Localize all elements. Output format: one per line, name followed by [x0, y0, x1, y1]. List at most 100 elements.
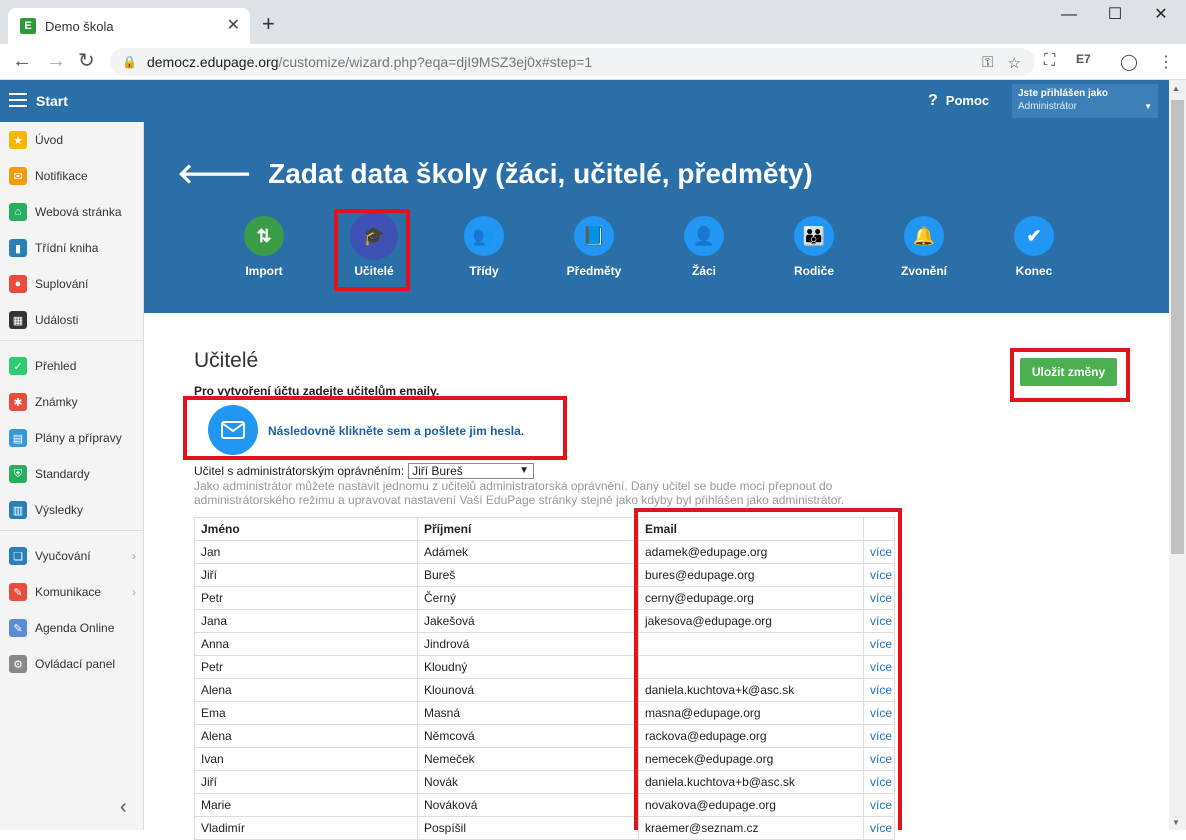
- step-label: Třídy: [469, 264, 499, 278]
- highlight-save: [1010, 348, 1130, 402]
- sidebar-item-5[interactable]: ● Suplování: [0, 266, 144, 302]
- hamburger-menu-icon[interactable]: [9, 93, 27, 111]
- minimize-button[interactable]: —: [1046, 4, 1092, 26]
- sidebar-item-label: Známky: [35, 395, 78, 409]
- cell-lastname: Kloudný: [417, 655, 639, 679]
- sidebar-item-11[interactable]: ▥ Výsledky: [0, 492, 144, 528]
- cell-lastname: Němcová: [417, 724, 639, 748]
- help-button[interactable]: ? Pomoc: [928, 92, 989, 110]
- wizard-step-5[interactable]: 👤 Žáci: [654, 216, 754, 278]
- cell-firstname: Petr: [194, 655, 418, 679]
- user-dropdown[interactable]: Jste přihlášen jako Administrátor ▼: [1012, 84, 1158, 118]
- back-arrow-icon[interactable]: ←: [12, 50, 32, 72]
- reload-icon[interactable]: ↻: [78, 50, 95, 72]
- url-path: /customize/wizard.php?eqa=djI9MSZ3ej0x#s…: [278, 54, 593, 70]
- gear-icon: ⚙: [9, 655, 27, 673]
- browser-menu-icon[interactable]: ⋮: [1158, 52, 1174, 72]
- new-tab-button[interactable]: +: [262, 13, 275, 35]
- sidebar: ★ Úvod ✉ Notifikace ⌂ Webová stránka ▮ Třídní k…: [0, 122, 144, 830]
- window-close-button[interactable]: ✕: [1138, 4, 1184, 26]
- step-icon: 👤: [684, 216, 724, 256]
- cell-firstname: Jiří: [194, 770, 418, 794]
- sidebar-item-label: Komunikace: [35, 585, 102, 599]
- sidebar-item-label: Vyučování: [35, 549, 91, 563]
- sidebar-item-label: Události: [35, 313, 79, 327]
- sidebar-item-7[interactable]: ✓ Přehled: [0, 348, 144, 384]
- tab-close-icon[interactable]: ✕: [227, 18, 240, 34]
- cell-lastname: Pospíšil: [417, 816, 639, 840]
- key-icon[interactable]: ⚿: [982, 54, 993, 72]
- sidebar-item-label: Agenda Online: [35, 621, 115, 635]
- cell-lastname: Klounová: [417, 678, 639, 702]
- highlight-teachers-step: [334, 209, 410, 291]
- profile-avatar-icon[interactable]: ◯: [1120, 52, 1138, 72]
- forward-arrow-icon[interactable]: →: [46, 50, 66, 72]
- cell-firstname: Anna: [194, 632, 418, 656]
- step-label: Import: [245, 264, 283, 278]
- bar-chart-icon: ▥: [9, 501, 27, 519]
- step-label: Konec: [1015, 264, 1053, 278]
- step-label: Zvonění: [900, 264, 947, 278]
- browser-toolbar: ← → ↻ 🔒 democz.edupage.org/customize/wiz…: [0, 44, 1186, 80]
- cell-firstname: Ema: [194, 701, 418, 725]
- cell-firstname: Jan: [194, 540, 418, 564]
- scroll-down-icon[interactable]: ▼: [1172, 818, 1180, 827]
- sidebar-divider: [0, 340, 144, 341]
- sidebar-item-3[interactable]: ⌂ Webová stránka: [0, 194, 144, 230]
- section-title: Učitelé: [194, 349, 259, 372]
- mail-icon: ✉: [9, 167, 27, 185]
- sidebar-item-9[interactable]: ▤ Plány a přípravy: [0, 420, 144, 456]
- cell-firstname: Ivan: [194, 747, 418, 771]
- cell-lastname: Jakešová: [417, 609, 639, 633]
- sidebar-item-4[interactable]: ▮ Třídní kniha: [0, 230, 144, 266]
- step-icon: 👥: [464, 216, 504, 256]
- bookmark-star-icon[interactable]: ☆: [1008, 54, 1021, 72]
- header-firstname: Jméno: [194, 517, 418, 541]
- admin-teacher-select[interactable]: Jiří Bureš ▼: [408, 463, 535, 479]
- address-bar[interactable]: 🔒 democz.edupage.org/customize/wizard.ph…: [110, 48, 1035, 76]
- sidebar-item-12[interactable]: ❏ Vyučování ›: [0, 538, 144, 574]
- wizard-header: 🡐 Zadat data školy (žáci, učitelé, předmě…: [144, 122, 1169, 313]
- page-title-text: Zadat data školy (žáci, učitelé, předmět…: [268, 158, 813, 189]
- admin-note: Jako administrátor můžete nastavit jedno…: [194, 479, 845, 507]
- sidebar-item-14[interactable]: ✎ Agenda Online: [0, 610, 144, 646]
- back-arrow-icon[interactable]: 🡐: [177, 158, 252, 189]
- sidebar-item-1[interactable]: ★ Úvod: [0, 122, 144, 158]
- scrollbar-thumb[interactable]: [1171, 100, 1184, 554]
- wizard-step-4[interactable]: 📘 Předměty: [544, 216, 644, 278]
- browser-tab[interactable]: E Demo škola ✕: [8, 8, 250, 44]
- scroll-up-icon[interactable]: ▲: [1172, 84, 1180, 93]
- sidebar-item-6[interactable]: ▦ Události: [0, 302, 144, 338]
- wizard-step-8[interactable]: ✔ Konec: [984, 216, 1084, 278]
- cell-firstname: Jiří: [194, 563, 418, 587]
- collapse-sidebar-icon[interactable]: ‹: [120, 796, 135, 819]
- grade-icon: ✱: [9, 393, 27, 411]
- sidebar-item-8[interactable]: ✱ Známky: [0, 384, 144, 420]
- step-icon: ⇅: [244, 216, 284, 256]
- cell-firstname: Petr: [194, 586, 418, 610]
- app-header: Start ? Pomoc Jste přihlášen jako Adminis…: [0, 80, 1169, 122]
- wizard-step-6[interactable]: 👪 Rodiče: [764, 216, 864, 278]
- sidebar-item-13[interactable]: ✎ Komunikace ›: [0, 574, 144, 610]
- wizard-step-3[interactable]: 👥 Třídy: [434, 216, 534, 278]
- cast-icon[interactable]: ⛶: [1044, 52, 1055, 70]
- sidebar-item-10[interactable]: ⛨ Standardy: [0, 456, 144, 492]
- maximize-button[interactable]: ☐: [1092, 4, 1138, 26]
- wizard-step-1[interactable]: ⇅ Import: [214, 216, 314, 278]
- sidebar-item-15[interactable]: ⚙ Ovládací panel: [0, 646, 144, 682]
- url-host: democz.edupage.org: [146, 54, 279, 70]
- admin-teacher-row: Učitel s administrátorským oprávněním: J…: [194, 463, 535, 479]
- extension-icon[interactable]: E7: [1076, 52, 1091, 66]
- shield-icon: ⛨: [9, 465, 27, 483]
- app-title[interactable]: Start: [36, 93, 68, 109]
- sidebar-item-label: Třídní kniha: [35, 241, 99, 255]
- cell-firstname: Alena: [194, 724, 418, 748]
- help-label: Pomoc: [945, 93, 990, 108]
- star-icon: ★: [9, 131, 27, 149]
- sidebar-item-label: Přehled: [35, 359, 77, 373]
- sidebar-item-2[interactable]: ✉ Notifikace: [0, 158, 144, 194]
- cell-lastname: Masná: [417, 701, 639, 725]
- step-label: Rodiče: [793, 264, 834, 278]
- wizard-step-7[interactable]: 🔔 Zvonění: [874, 216, 974, 278]
- cell-firstname: Vladimír: [194, 816, 418, 840]
